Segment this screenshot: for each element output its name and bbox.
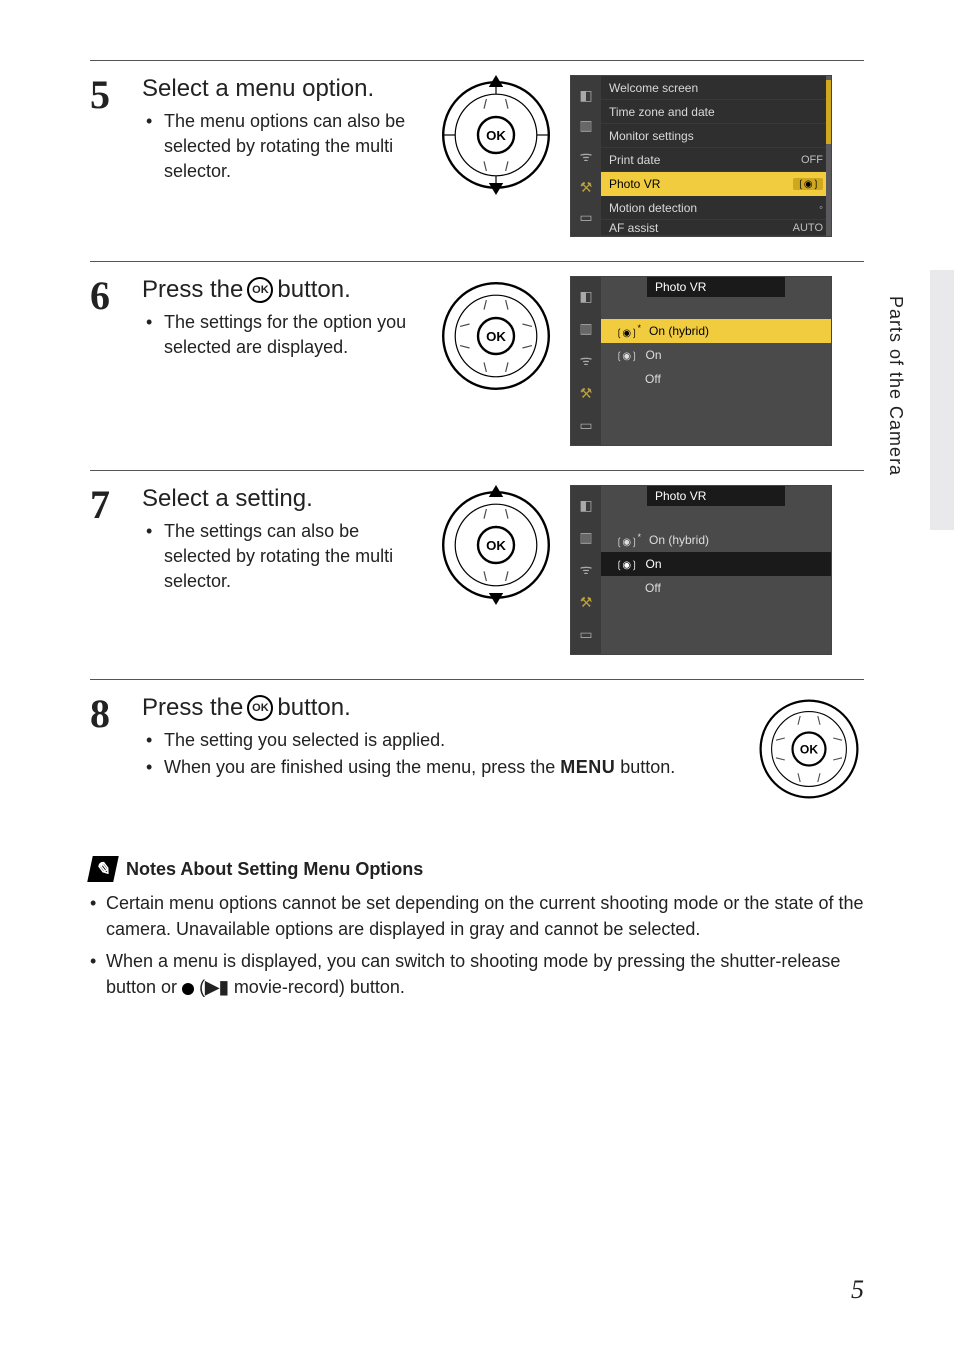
note-item: When a menu is displayed, you can switch… [90, 948, 864, 1000]
tab-shooting-icon: ◧ [579, 87, 592, 104]
step-title: Press the OK button. [142, 276, 422, 304]
tab-playback-icon: ▭ [579, 209, 592, 226]
notes-header: Notes About Setting Menu Options [126, 859, 423, 880]
note-item: Certain menu options cannot be set depen… [90, 890, 864, 942]
page-number: 5 [851, 1275, 864, 1305]
tab-setup-icon: ⚒ [580, 594, 593, 611]
tab-setup-icon: ⚒ [580, 385, 593, 402]
tab-network-icon: ᯤ [580, 147, 593, 166]
tab-network-icon: ᯤ [580, 560, 593, 579]
ok-button-icon: OK [247, 277, 273, 303]
step-8: 8 Press the OK button. The setting you s… [90, 679, 864, 828]
option-off: Off [601, 576, 831, 600]
svg-text:OK: OK [486, 538, 506, 553]
record-dot-icon [182, 983, 194, 995]
tab-shooting-icon: ◧ [579, 497, 592, 514]
menu-item: Welcome screen [609, 81, 698, 95]
step-number: 8 [90, 694, 124, 804]
tab-network-icon: ᯤ [580, 351, 593, 370]
step-title: Select a menu option. [142, 75, 422, 103]
step-bullet: The menu options can also be selected by… [146, 109, 422, 185]
ok-button-icon: OK [247, 695, 273, 721]
vr-icon [615, 532, 641, 548]
menu-item: AF assist [609, 221, 658, 235]
step-7: 7 Select a setting. The settings can als… [90, 470, 864, 679]
camera-screen-photo-vr: ◧ ▥ ᯤ ⚒ ▭ Photo VR On (hybrid) On Off [570, 485, 832, 655]
notes-section: ✎ Notes About Setting Menu Options Certa… [90, 856, 864, 1000]
vr-icon [615, 348, 637, 362]
step-bullet: The setting you selected is applied. [146, 728, 720, 753]
step-bullet: The settings for the option you selected… [146, 310, 422, 360]
step-bullet: The settings can also be selected by rot… [146, 519, 422, 595]
step-number: 5 [90, 75, 124, 237]
step-title: Select a setting. [142, 485, 422, 513]
camera-screen-setup-menu: ◧ ▥ ᯤ ⚒ ▭ Welcome screen Time zone and d… [570, 75, 832, 237]
menu-item-selected: Photo VR [609, 177, 660, 191]
vr-icon [615, 557, 637, 571]
camera-screen-photo-vr: ◧ ▥ ᯤ ⚒ ▭ Photo VR On (hybrid) On Off [570, 276, 832, 446]
step-5: 5 Select a menu option. The menu options… [90, 60, 864, 261]
vr-icon [793, 178, 823, 190]
step-title: Press the OK button. [142, 694, 720, 722]
option-off: Off [601, 367, 831, 391]
option-on: On [601, 343, 831, 367]
tab-setup-icon: ⚒ [580, 179, 593, 196]
scrollbar [826, 76, 831, 236]
multi-selector-dial-icon: OK [734, 694, 864, 804]
multi-selector-dial-icon: OK [436, 485, 556, 605]
svg-text:OK: OK [800, 742, 818, 756]
menu-value: AUTO [793, 222, 823, 234]
option-on-hybrid: On (hybrid) [601, 319, 831, 343]
tab-movie-icon: ▥ [579, 320, 592, 337]
section-side-label: Parts of the Camera [885, 296, 906, 476]
section-thumb-tab [930, 270, 954, 530]
step-6: 6 Press the OK button. The settings for … [90, 261, 864, 470]
menu-button-label: MENU [560, 757, 615, 777]
option-on-selected: On [601, 552, 831, 576]
tab-playback-icon: ▭ [579, 626, 592, 643]
step-number: 6 [90, 276, 124, 446]
menu-item: Monitor settings [609, 129, 694, 143]
screen-header: Photo VR [647, 277, 785, 297]
step-bullet: When you are finished using the menu, pr… [146, 755, 720, 780]
menu-item: Print date [609, 153, 660, 167]
tab-playback-icon: ▭ [579, 417, 592, 434]
menu-value: OFF [801, 154, 823, 166]
svg-text:OK: OK [486, 128, 506, 143]
screen-header: Photo VR [647, 486, 785, 506]
svg-text:OK: OK [486, 329, 506, 344]
menu-value: ◦ [819, 202, 823, 214]
option-on-hybrid: On (hybrid) [601, 528, 831, 552]
tab-shooting-icon: ◧ [579, 288, 592, 305]
movie-record-icon: ▶▮ [205, 977, 229, 997]
menu-item: Motion detection [609, 201, 697, 215]
tab-movie-icon: ▥ [579, 529, 592, 546]
tab-movie-icon: ▥ [579, 117, 592, 134]
pencil-icon: ✎ [87, 856, 119, 882]
step-number: 7 [90, 485, 124, 655]
menu-item: Time zone and date [609, 105, 715, 119]
multi-selector-dial-icon: OK [436, 276, 556, 396]
multi-selector-dial-icon: OK [436, 75, 556, 195]
vr-icon [615, 323, 641, 339]
